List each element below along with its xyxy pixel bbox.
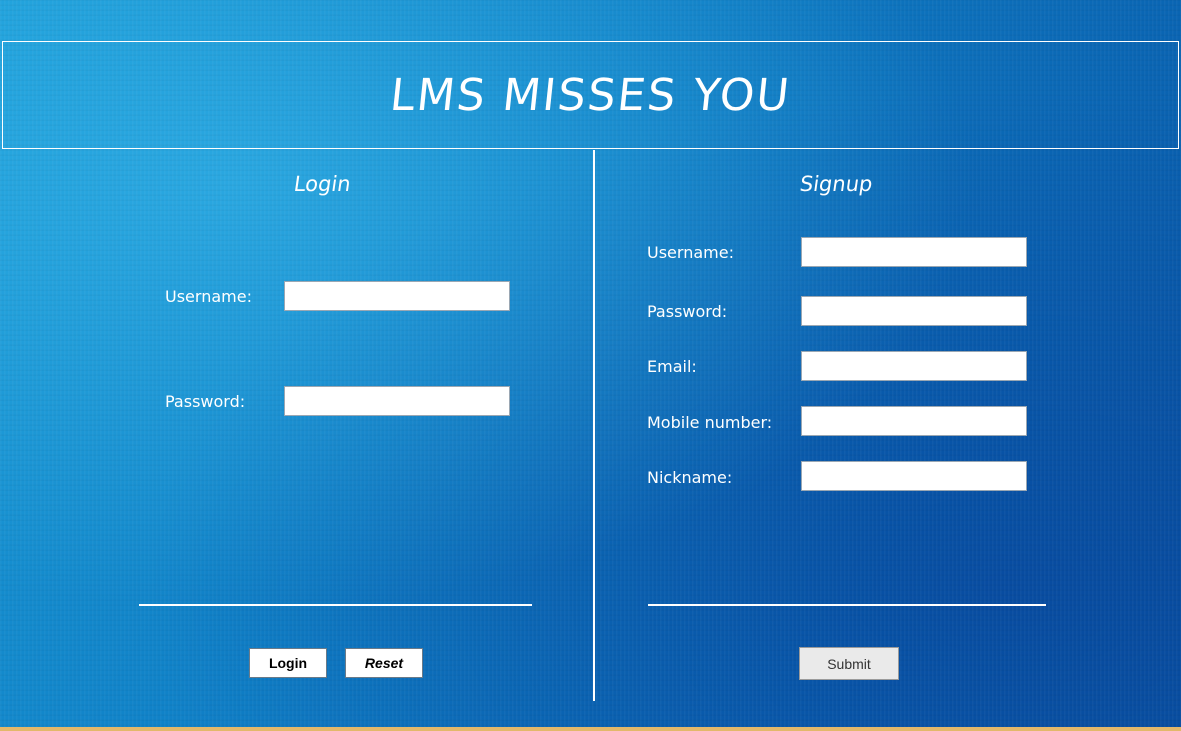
login-username-input[interactable]	[284, 281, 510, 311]
signup-username-label: Username:	[647, 243, 734, 262]
submit-button[interactable]: Submit	[799, 647, 899, 680]
signup-email-input[interactable]	[801, 351, 1027, 381]
signup-nickname-label: Nickname:	[647, 468, 733, 487]
reset-button[interactable]: Reset	[345, 648, 423, 678]
login-password-input[interactable]	[284, 386, 510, 416]
signup-password-label: Password:	[647, 302, 728, 321]
signup-nickname-input[interactable]	[801, 461, 1027, 491]
signup-username-input[interactable]	[801, 237, 1027, 267]
login-username-label: Username:	[165, 287, 252, 306]
login-separator	[139, 604, 532, 606]
signup-separator	[648, 604, 1046, 606]
signup-password-input[interactable]	[801, 296, 1027, 326]
window-bottom-border	[0, 727, 1181, 731]
signup-email-label: Email:	[647, 357, 697, 376]
login-button[interactable]: Login	[249, 648, 327, 678]
signup-mobile-label: Mobile number:	[647, 413, 773, 432]
panel-divider	[593, 150, 595, 701]
signup-title: Signup	[798, 172, 875, 196]
login-title: Login	[292, 172, 353, 196]
signup-mobile-input[interactable]	[801, 406, 1027, 436]
page-title: LMS MISSES YOU	[387, 70, 794, 121]
login-password-label: Password:	[165, 392, 246, 411]
